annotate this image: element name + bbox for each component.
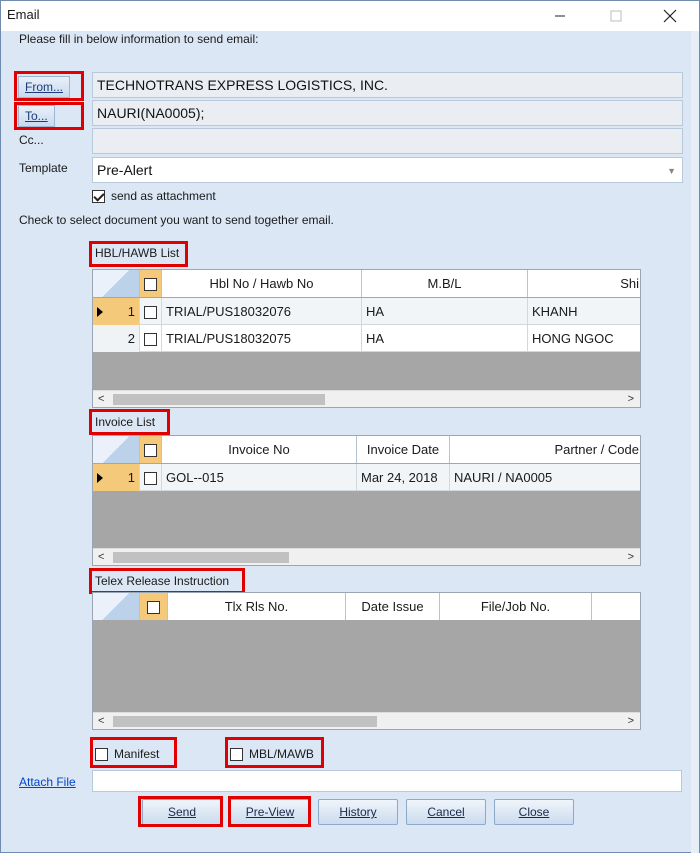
invoice-select-all[interactable] [140,436,162,463]
send-button[interactable]: Send [142,799,222,825]
scroll-left-icon[interactable]: < [98,551,104,563]
template-select[interactable]: Pre-Alert ▼ [92,157,683,183]
telex-col-extra[interactable] [592,593,640,620]
scroll-right-icon[interactable]: > [628,551,634,563]
manifest-option[interactable]: Manifest [95,747,159,761]
mbl-mawb-checkbox[interactable] [230,747,243,761]
chevron-down-icon[interactable]: ▼ [667,166,676,176]
invoice-select-all-checkbox[interactable] [144,444,157,458]
grid-corner[interactable] [93,593,140,620]
invoice-date: Mar 24, 2018 [357,464,450,491]
invoice-grid-header: Invoice No Invoice Date Partner / Code [93,436,640,463]
current-row-icon [97,307,103,317]
hbl-horizontal-scrollbar[interactable]: < > [93,390,640,407]
hbl-select-all[interactable] [140,270,162,297]
scroll-thumb[interactable] [113,552,289,563]
shipper: KHANH [528,298,640,325]
telex-col-no[interactable]: Tlx Rls No. [168,593,346,620]
row-number: 1 [93,464,140,491]
hbl-col-shipper[interactable]: Shi [528,270,640,297]
current-row-icon [97,473,103,483]
row-checkbox[interactable] [144,333,157,347]
window-title: Email [7,7,40,22]
cc-field[interactable] [92,128,683,154]
table-row[interactable]: 1 GOL--015 Mar 24, 2018 NAURI / NA0005 [93,464,640,491]
table-row[interactable]: 2 TRIAL/PUS18032075 HA HONG NGOC [93,325,640,352]
invoice-list-title: Invoice List [95,415,156,429]
hbl-no: TRIAL/PUS18032076 [162,298,362,325]
maximize-icon[interactable] [593,1,639,31]
invoice-col-partner[interactable]: Partner / Code [450,436,640,463]
scroll-right-icon[interactable]: > [628,393,634,405]
scroll-right-icon[interactable]: > [628,715,634,727]
scroll-left-icon[interactable]: < [98,715,104,727]
scroll-thumb[interactable] [113,394,325,405]
row-checkbox[interactable] [144,306,157,320]
attach-file-link[interactable]: Attach File [19,775,76,789]
mbl-mawb-option[interactable]: MBL/MAWB [230,747,314,761]
telex-select-all[interactable] [140,593,168,620]
telex-grid-header: Tlx Rls No. Date Issue File/Job No. [93,593,640,620]
telex-horizontal-scrollbar[interactable]: < > [93,712,640,729]
to-button[interactable]: To... [18,105,55,127]
telex-grid[interactable]: Tlx Rls No. Date Issue File/Job No. < > [92,592,641,730]
hbl-list-title: HBL/HAWB List [95,246,180,260]
hbl-col-hblno[interactable]: Hbl No / Hawb No [162,270,362,297]
hbl-grid-header: Hbl No / Hawb No M.B/L Shi [93,270,640,297]
invoice-no: GOL--015 [162,464,357,491]
hbl-select-all-checkbox[interactable] [144,278,157,292]
close-icon[interactable] [647,1,693,31]
template-value: Pre-Alert [97,162,153,178]
invoice-col-no[interactable]: Invoice No [162,436,357,463]
instructions-text: Please fill in below information to send… [19,32,259,46]
invoice-col-date[interactable]: Invoice Date [357,436,450,463]
mbl-no: HA [362,325,528,352]
from-field[interactable]: TECHNOTRANS EXPRESS LOGISTICS, INC. [92,72,683,98]
row-number: 2 [93,325,140,352]
hbl-grid[interactable]: Hbl No / Hawb No M.B/L Shi 1 TRIAL/PUS18… [92,269,641,408]
preview-button[interactable]: Pre-View [230,799,310,825]
attach-file-field[interactable] [92,770,682,792]
invoice-grid[interactable]: Invoice No Invoice Date Partner / Code 1… [92,435,641,566]
to-field[interactable]: NAURI(NA0005); [92,100,683,126]
hbl-no: TRIAL/PUS18032075 [162,325,362,352]
title-bar: Email [1,1,699,31]
shipper: HONG NGOC [528,325,640,352]
telex-list-title: Telex Release Instruction [95,574,230,588]
template-label: Template [19,161,68,175]
manifest-checkbox[interactable] [95,747,108,761]
history-button[interactable]: History [318,799,398,825]
telex-select-all-checkbox[interactable] [147,601,160,615]
cancel-button[interactable]: Cancel [406,799,486,825]
scroll-left-icon[interactable]: < [98,393,104,405]
vertical-scrollbar[interactable] [691,31,699,853]
close-button[interactable]: Close [494,799,574,825]
table-row[interactable]: 1 TRIAL/PUS18032076 HA KHANH [93,298,640,325]
manifest-label: Manifest [114,747,160,761]
mbl-mawb-label: MBL/MAWB [249,747,314,761]
email-window: Email Please fill in below information t… [0,0,700,853]
cc-label[interactable]: Cc... [19,133,44,147]
grid-corner[interactable] [93,270,140,297]
grid-corner[interactable] [93,436,140,463]
partner-code: NAURI / NA0005 [450,464,640,491]
invoice-horizontal-scrollbar[interactable]: < > [93,548,640,565]
minimize-icon[interactable] [537,1,583,31]
row-select[interactable] [140,325,162,352]
row-select[interactable] [140,464,162,491]
send-as-attachment-label: send as attachment [111,189,216,203]
scroll-thumb[interactable] [113,716,377,727]
hbl-col-mbl[interactable]: M.B/L [362,270,528,297]
send-as-attachment-option[interactable]: send as attachment [92,189,216,203]
from-button[interactable]: From... [18,76,70,98]
telex-col-date[interactable]: Date Issue [346,593,440,620]
row-checkbox[interactable] [144,472,157,486]
mbl-no: HA [362,298,528,325]
send-as-attachment-checkbox[interactable] [92,189,105,203]
row-number: 1 [93,298,140,325]
telex-col-file[interactable]: File/Job No. [440,593,592,620]
row-select[interactable] [140,298,162,325]
check-instructions-text: Check to select document you want to sen… [19,213,334,227]
